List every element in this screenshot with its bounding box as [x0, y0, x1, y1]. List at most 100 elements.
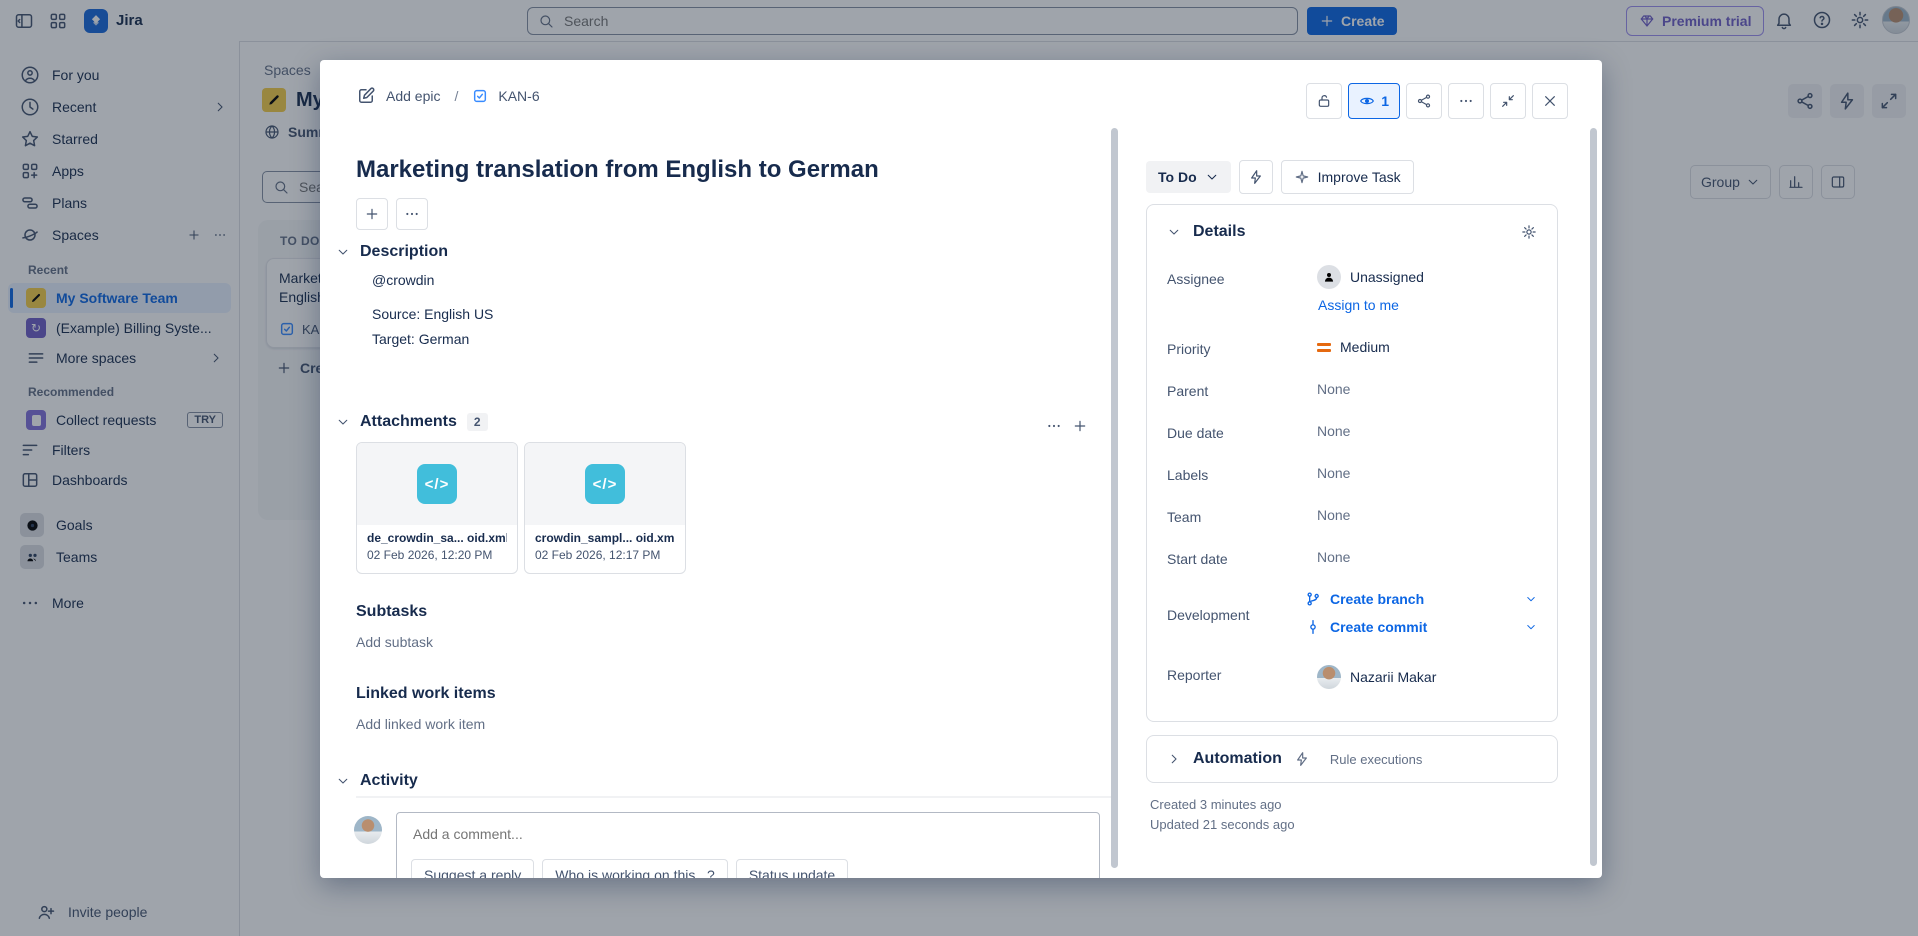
share-icon[interactable] [1406, 83, 1442, 119]
updated-timestamp: Updated 21 seconds ago [1150, 817, 1295, 832]
chevron-right-icon [1167, 752, 1181, 766]
modal-actions: 1 [1306, 83, 1568, 119]
reporter-avatar [1317, 665, 1341, 689]
team-value[interactable]: None [1317, 507, 1350, 523]
due-date-value[interactable]: None [1317, 423, 1350, 439]
quick-add-row [356, 198, 428, 230]
watchers-count: 1 [1381, 93, 1389, 109]
attachment-date: 02 Feb 2026, 12:17 PM [535, 548, 675, 562]
attachments-add-icon[interactable] [1072, 418, 1088, 434]
chevron-down-icon [336, 245, 350, 259]
chevron-down-icon[interactable] [1525, 621, 1537, 633]
status-row: To Do Improve Task [1146, 160, 1414, 194]
lock-icon[interactable] [1306, 83, 1342, 119]
collapse-modal-icon[interactable] [1490, 83, 1526, 119]
field-labels: Labels None [1167, 465, 1537, 483]
field-start-date: Start date None [1167, 549, 1537, 567]
details-panel-header[interactable]: Details [1167, 223, 1537, 241]
attachments-more-icon[interactable] [1046, 418, 1062, 434]
parent-value[interactable]: None [1317, 381, 1350, 397]
activity-divider [356, 796, 1116, 798]
chevron-down-icon[interactable] [1525, 593, 1537, 605]
more-content-icon[interactable] [396, 198, 428, 230]
field-team: Team None [1167, 507, 1537, 525]
attachments-count: 2 [467, 413, 488, 431]
attachment-name: de_crowdin_sa... oid.xml [367, 531, 507, 545]
add-content-icon[interactable] [356, 198, 388, 230]
watchers-button[interactable]: 1 [1348, 83, 1400, 119]
details-panel: Details Assignee Unassigned Assign to me… [1146, 204, 1558, 722]
field-development: Development Create branch Create commit [1167, 591, 1537, 643]
chevron-down-icon [336, 774, 350, 788]
comment-input[interactable] [411, 825, 1089, 843]
assign-to-me-link[interactable]: Assign to me [1318, 297, 1424, 313]
priority-medium-icon [1317, 343, 1331, 352]
xml-file-icon: </> [585, 464, 625, 504]
more-actions-icon[interactable] [1448, 83, 1484, 119]
issue-title[interactable]: Marketing translation from English to Ge… [356, 156, 1076, 184]
automation-lightning-icon [1294, 751, 1310, 767]
chevron-down-icon [1205, 170, 1219, 184]
add-epic-button[interactable]: Add epic [386, 88, 440, 104]
linked-items-section-header: Linked work items [356, 685, 496, 703]
task-type-icon [472, 88, 488, 104]
attachment-card[interactable]: </> crowdin_sampl... oid.xml 02 Feb 2026… [524, 442, 686, 574]
eye-icon [1359, 93, 1375, 109]
labels-value[interactable]: None [1317, 465, 1350, 481]
content-scrollbar[interactable] [1111, 128, 1118, 868]
attachment-date: 02 Feb 2026, 12:20 PM [367, 548, 507, 562]
add-linked-item-field[interactable]: Add linked work item [356, 716, 485, 732]
activity-section-header[interactable]: Activity [336, 772, 418, 790]
xml-file-icon: </> [417, 464, 457, 504]
actions-lightning-button[interactable] [1239, 160, 1273, 194]
create-commit-link[interactable]: Create commit [1305, 619, 1537, 635]
quick-reply-chip[interactable]: Suggest a reply [411, 859, 534, 878]
comment-avatar [354, 816, 382, 844]
description-section-header[interactable]: Description [336, 243, 448, 261]
git-commit-icon [1305, 619, 1321, 635]
ai-sparkle-icon [1294, 169, 1310, 185]
field-due-date: Due date None [1167, 423, 1537, 441]
improve-task-button[interactable]: Improve Task [1281, 160, 1414, 194]
create-branch-link[interactable]: Create branch [1305, 591, 1537, 607]
attachment-card[interactable]: </> de_crowdin_sa... oid.xml 02 Feb 2026… [356, 442, 518, 574]
quick-reply-chips: Suggest a reply Who is working on this..… [411, 859, 1085, 878]
assignee-value[interactable]: Unassigned [1317, 265, 1424, 289]
attachment-name: crowdin_sampl... oid.xml [535, 531, 675, 545]
attachment-thumbnail: </> [357, 443, 517, 525]
field-priority: Priority Medium [1167, 339, 1537, 357]
reporter-value[interactable]: Nazarii Makar [1317, 665, 1436, 689]
quick-reply-chip[interactable]: Status update [736, 859, 848, 878]
unassigned-avatar-icon [1317, 265, 1341, 289]
attachments-section-header[interactable]: Attachments 2 [336, 413, 488, 431]
quick-reply-chip[interactable]: Who is working on this...? [542, 859, 728, 878]
chevron-down-icon [336, 415, 350, 429]
chevron-down-icon [1167, 225, 1181, 239]
subtasks-section-header: Subtasks [356, 603, 427, 621]
description-target: Target: German [372, 331, 469, 347]
issue-detail-modal: Add epic / KAN-6 1 Marketing translation… [320, 60, 1602, 878]
comment-box[interactable]: Suggest a reply Who is working on this..… [396, 812, 1100, 878]
close-modal-icon[interactable] [1532, 83, 1568, 119]
attachment-thumbnail: </> [525, 443, 685, 525]
modal-scrollbar[interactable] [1590, 128, 1597, 866]
issue-key[interactable]: KAN-6 [498, 88, 539, 104]
details-settings-gear-icon[interactable] [1521, 224, 1537, 240]
status-dropdown[interactable]: To Do [1146, 161, 1231, 193]
priority-value[interactable]: Medium [1317, 339, 1390, 355]
field-reporter: Reporter Nazarii Makar [1167, 665, 1537, 689]
description-source: Source: English US [372, 306, 493, 322]
add-epic-pencil-icon [356, 86, 376, 106]
add-subtask-field[interactable]: Add subtask [356, 634, 433, 650]
breadcrumb-separator: / [454, 88, 458, 104]
git-branch-icon [1305, 591, 1321, 607]
created-timestamp: Created 3 minutes ago [1150, 797, 1282, 812]
field-parent: Parent None [1167, 381, 1537, 399]
description-mention[interactable]: @crowdin [372, 272, 434, 288]
attachments-controls [1046, 418, 1088, 434]
automation-panel[interactable]: Automation Rule executions [1146, 735, 1558, 783]
start-date-value[interactable]: None [1317, 549, 1350, 565]
jira-screen: Jira Create Premium trial For you Recent… [0, 0, 1918, 936]
rule-executions-label: Rule executions [1330, 752, 1423, 767]
field-assignee: Assignee Unassigned Assign to me [1167, 265, 1537, 313]
